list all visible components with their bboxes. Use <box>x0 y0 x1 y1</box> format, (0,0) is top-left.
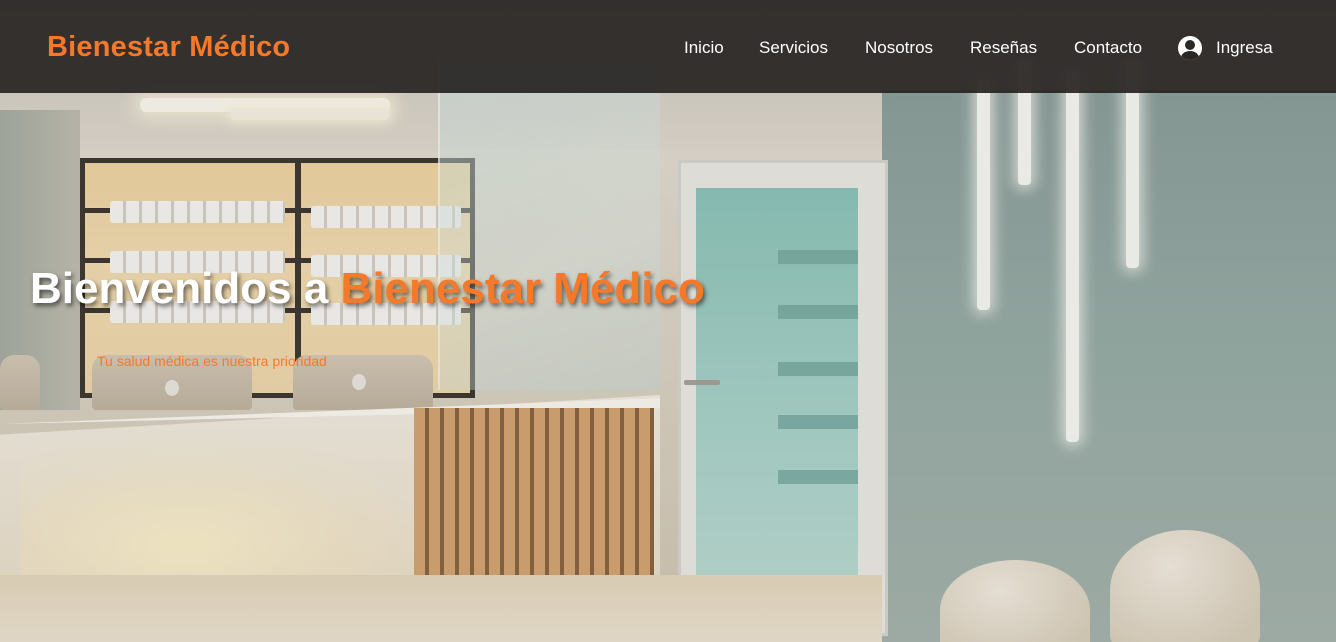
hero-overlay <box>0 0 1336 642</box>
hero-background-image <box>0 0 1336 642</box>
brand-logo-link[interactable]: Bienestar Médico <box>47 31 290 64</box>
hero-title-accent: Bienestar Médico <box>340 264 705 313</box>
nav-link-nosotros[interactable]: Nosotros <box>865 38 933 58</box>
nav-link-inicio[interactable]: Inicio <box>684 38 724 58</box>
login-link[interactable]: Ingresa <box>1178 35 1273 61</box>
hero-subtitle: Tu salud médica es nuestra prioridad <box>97 353 327 369</box>
nav-link-resenas[interactable]: Reseñas <box>970 38 1037 58</box>
login-label: Ingresa <box>1216 38 1273 57</box>
nav-link-contacto[interactable]: Contacto <box>1074 38 1142 58</box>
user-circle-icon <box>1178 36 1202 60</box>
hero-title-prefix: Bienvenidos a <box>30 264 341 313</box>
nav-link-servicios[interactable]: Servicios <box>759 38 828 58</box>
hero-title: Bienvenidos a Bienestar Médico <box>30 264 705 314</box>
navbar: Bienestar Médico Inicio Servicios Nosotr… <box>0 0 1336 93</box>
